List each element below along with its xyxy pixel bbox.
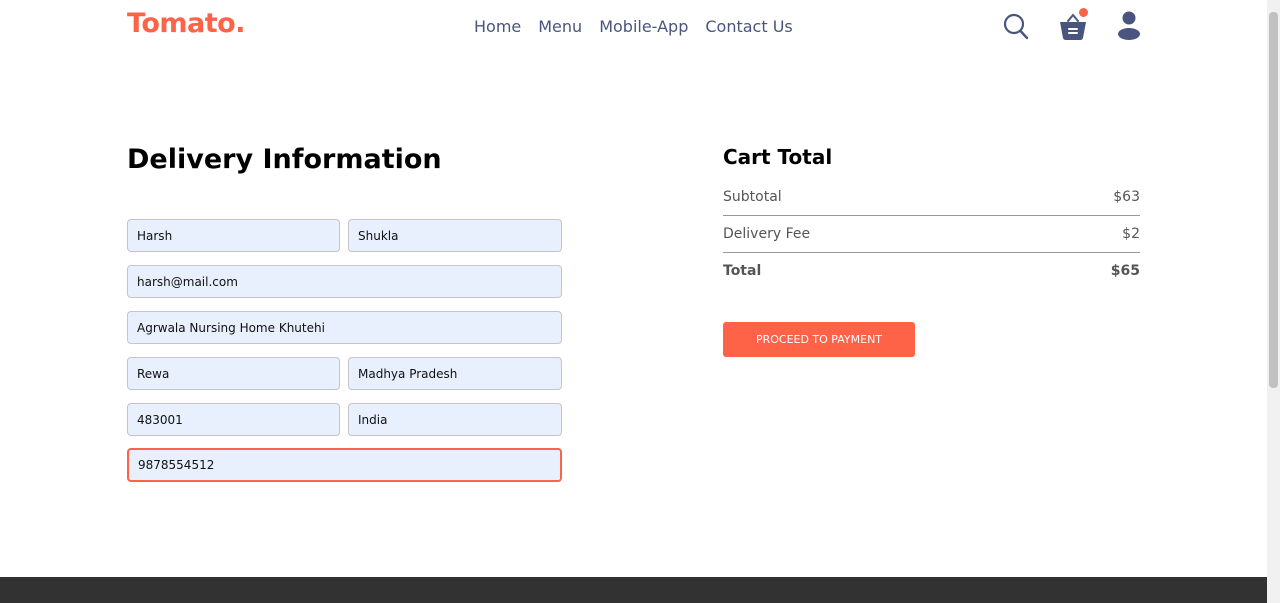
user-icon[interactable]: [1117, 10, 1141, 40]
search-icon[interactable]: [1003, 13, 1029, 41]
footer: [0, 577, 1267, 603]
divider: [723, 215, 1140, 216]
cart-total-title: Cart Total: [723, 145, 833, 169]
phone-input[interactable]: [127, 448, 562, 482]
divider: [723, 252, 1140, 253]
nav-home[interactable]: Home: [474, 17, 521, 36]
nav-menu[interactable]: Menu: [538, 17, 582, 36]
subtotal-value: $63: [1113, 189, 1140, 205]
delivery-fee-label: Delivery Fee: [723, 226, 811, 242]
total-row: Total $65: [723, 263, 1140, 279]
nav-contact-us[interactable]: Contact Us: [705, 17, 792, 36]
city-input[interactable]: [127, 357, 340, 390]
first-name-input[interactable]: [127, 219, 340, 252]
delivery-fee-row: Delivery Fee $2: [723, 226, 1140, 242]
email-input[interactable]: [127, 265, 562, 298]
logo[interactable]: Tomato.: [127, 8, 245, 39]
total-value: $65: [1110, 263, 1140, 279]
main-nav: Home Menu Mobile-App Contact Us: [474, 17, 793, 36]
basket-icon[interactable]: [1058, 8, 1088, 42]
delivery-title: Delivery Information: [127, 144, 442, 175]
country-input[interactable]: [348, 403, 562, 436]
zip-input[interactable]: [127, 403, 340, 436]
nav-mobile-app[interactable]: Mobile-App: [599, 17, 688, 36]
scrollbar-thumb[interactable]: [1269, 12, 1278, 388]
subtotal-row: Subtotal $63: [723, 189, 1140, 205]
total-label: Total: [723, 263, 762, 279]
nav-icons: [1000, 8, 1145, 44]
cart-badge-dot: [1079, 8, 1088, 17]
state-input[interactable]: [348, 357, 562, 390]
street-input[interactable]: [127, 311, 562, 344]
vertical-scrollbar[interactable]: [1267, 0, 1280, 603]
delivery-fee-value: $2: [1122, 226, 1140, 242]
page: Tomato. Home Menu Mobile-App Contact Us: [0, 0, 1267, 603]
proceed-to-payment-button[interactable]: PROCEED TO PAYMENT: [723, 322, 915, 357]
subtotal-label: Subtotal: [723, 189, 782, 205]
last-name-input[interactable]: [348, 219, 562, 252]
